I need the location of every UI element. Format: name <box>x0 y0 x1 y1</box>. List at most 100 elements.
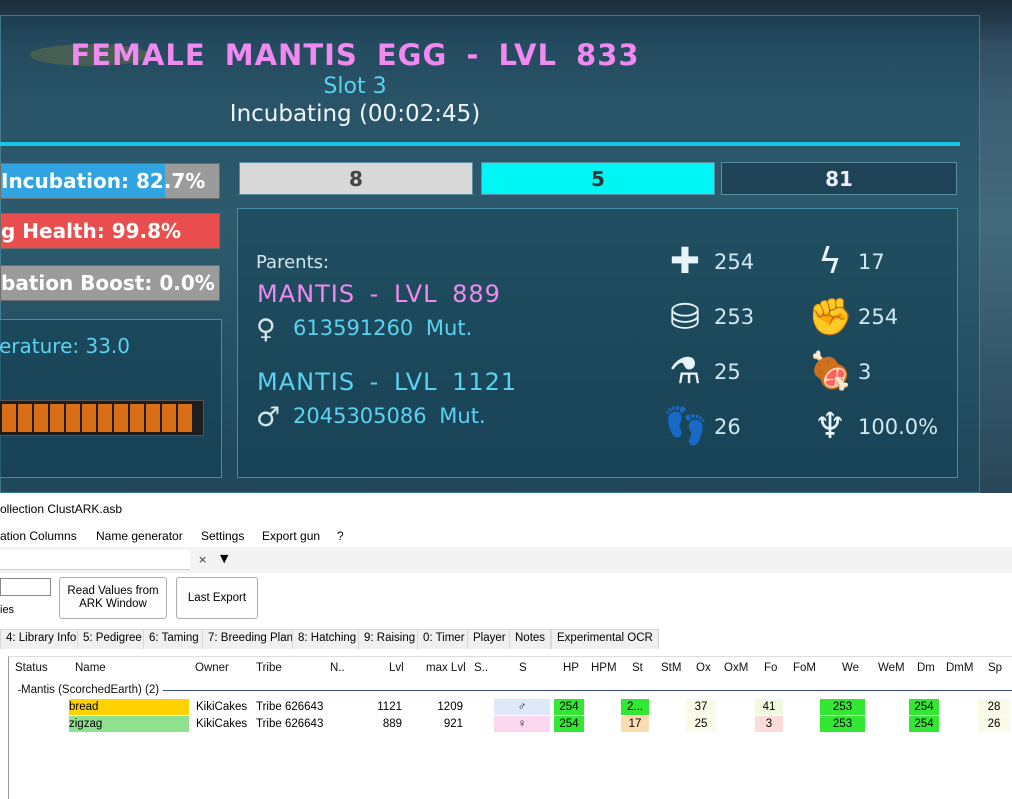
col-s1[interactable]: S.. <box>474 662 488 674</box>
col-status[interactable]: Status <box>15 662 48 674</box>
menu-name-generator[interactable]: Name generator <box>96 529 183 543</box>
col-st[interactable]: St <box>632 662 643 674</box>
speed-icon: 👣 <box>663 406 708 447</box>
father-mutations: 2045305086 Mut. <box>293 404 486 428</box>
filter-dropdown-icon[interactable]: ▼ <box>220 552 228 565</box>
col-max-lvl[interactable]: max Lvl <box>426 662 466 674</box>
incubation-label: Incubation: 82.7% <box>1 169 206 193</box>
col-fom[interactable]: FoM <box>793 662 816 674</box>
mother-name: MANTIS - LVL 889 <box>257 280 501 308</box>
col-dmm[interactable]: DmM <box>946 662 973 674</box>
row2-st: 17 <box>621 716 649 732</box>
row1-name[interactable]: bread <box>69 699 189 715</box>
row1-ox: 37 <box>686 699 716 715</box>
tab-timer[interactable]: 0: Timer <box>417 629 471 649</box>
col-notes[interactable]: N.. <box>330 662 345 674</box>
tab-experimental-ocr[interactable]: Experimental OCR <box>551 629 659 649</box>
col-sp[interactable]: Sp <box>988 662 1002 674</box>
temperature-segment <box>50 404 64 432</box>
menu-columns[interactable]: ation Columns <box>0 529 77 543</box>
stat-imprint-value: 100.0% <box>858 415 939 439</box>
tab-raising[interactable]: 9: Raising <box>358 629 422 649</box>
stat-health-value: 254 <box>714 250 755 274</box>
row2-hp: 254 <box>554 716 584 732</box>
col-owner[interactable]: Owner <box>195 662 229 674</box>
row2-fo: 3 <box>755 716 783 732</box>
row2-max-lvl: 921 <box>443 718 463 730</box>
row2-we: 253 <box>820 716 865 732</box>
tab-notes[interactable]: Notes <box>509 629 552 649</box>
weight-icon: ⛁ <box>669 297 701 338</box>
group-divider <box>18 690 1012 691</box>
temperature-segment <box>34 404 48 432</box>
last-export-button[interactable]: Last Export <box>176 577 258 619</box>
col-ox[interactable]: Ox <box>696 662 711 674</box>
health-icon: ✚ <box>669 241 701 282</box>
species-label: ies <box>0 604 15 616</box>
col-we[interactable]: We <box>842 662 859 674</box>
temperature-segment <box>2 404 16 432</box>
row1-dm: 254 <box>909 699 939 715</box>
col-dm[interactable]: Dm <box>917 662 935 674</box>
row1-owner: KikiCakes <box>196 701 248 713</box>
egg-title: FEMALE MANTIS EGG - LVL 833 <box>70 38 640 72</box>
menu-export-gun[interactable]: Export gun <box>262 529 320 543</box>
temperature-segment <box>82 404 96 432</box>
row2-ox: 25 <box>686 716 716 732</box>
row2-name[interactable]: zigzag <box>69 716 189 732</box>
col-hp[interactable]: HP <box>563 662 579 674</box>
species-input[interactable] <box>0 578 51 596</box>
group-header[interactable]: Mantis (ScorchedEarth) (2) <box>21 684 164 696</box>
egg-health-bar: g Health: 99.8% <box>0 213 220 249</box>
temperature-segment <box>178 404 192 432</box>
incubation-status: Incubating (00:02:45) <box>229 101 481 127</box>
window-title: ollection ClustARK.asb <box>0 502 123 516</box>
tab-hatching[interactable]: 8: Hatching <box>292 629 363 649</box>
search-input[interactable] <box>0 550 190 570</box>
stat-stamina-value: 17 <box>858 250 885 274</box>
temperature-segment <box>146 404 160 432</box>
stat-box-2: 5 <box>481 162 715 195</box>
row1-lvl: 1121 <box>377 701 402 713</box>
menu-help[interactable]: ? <box>337 529 344 543</box>
tab-library-info[interactable]: 4: Library Info <box>0 629 83 649</box>
tab-pedigree[interactable]: 5: Pedigree <box>77 629 148 649</box>
row1-max-lvl: 1209 <box>437 701 463 713</box>
row1-st: 2... <box>621 699 649 715</box>
col-sex[interactable]: S <box>519 662 527 674</box>
temperature-segment <box>130 404 144 432</box>
stat-speed-value: 26 <box>714 415 741 439</box>
tab-breeding-plan[interactable]: 7: Breeding Plan <box>202 629 300 649</box>
parents-label: Parents: <box>256 252 330 273</box>
tab-taming[interactable]: 6: Taming <box>143 629 205 649</box>
stat-weight-value: 253 <box>714 305 755 329</box>
temperature-segment <box>162 404 176 432</box>
col-fo[interactable]: Fo <box>764 662 777 674</box>
col-hpm[interactable]: HPM <box>591 662 617 674</box>
incubation-bar: Incubation: 82.7% <box>0 163 220 199</box>
temperature-segment <box>98 404 112 432</box>
imprint-icon: ♆ <box>813 406 847 447</box>
slot-label: Slot 3 <box>323 74 387 99</box>
row2-tribe: Tribe 626643 <box>256 718 324 730</box>
male-icon: ♂ <box>256 402 281 433</box>
col-wem[interactable]: WeM <box>878 662 905 674</box>
col-tribe[interactable]: Tribe <box>256 662 282 674</box>
col-stm[interactable]: StM <box>661 662 681 674</box>
female-icon: ♀ <box>256 314 276 345</box>
read-values-button[interactable]: Read Values from ARK Window <box>59 577 167 619</box>
row1-hp: 254 <box>554 699 584 715</box>
egg-health-label: g Health: 99.8% <box>1 219 182 243</box>
col-oxm[interactable]: OxM <box>724 662 748 674</box>
temperature-bar <box>0 400 204 436</box>
row2-sp: 26 <box>978 716 1010 732</box>
col-lvl[interactable]: Lvl <box>389 662 404 674</box>
temperature-segment <box>114 404 128 432</box>
clear-icon[interactable]: × <box>198 553 207 566</box>
row1-we: 253 <box>820 699 865 715</box>
row1-fo: 41 <box>755 699 783 715</box>
menu-settings[interactable]: Settings <box>201 529 244 543</box>
col-name[interactable]: Name <box>75 662 106 674</box>
melee-icon: ✊ <box>808 297 853 338</box>
tab-player[interactable]: Player <box>467 629 512 649</box>
